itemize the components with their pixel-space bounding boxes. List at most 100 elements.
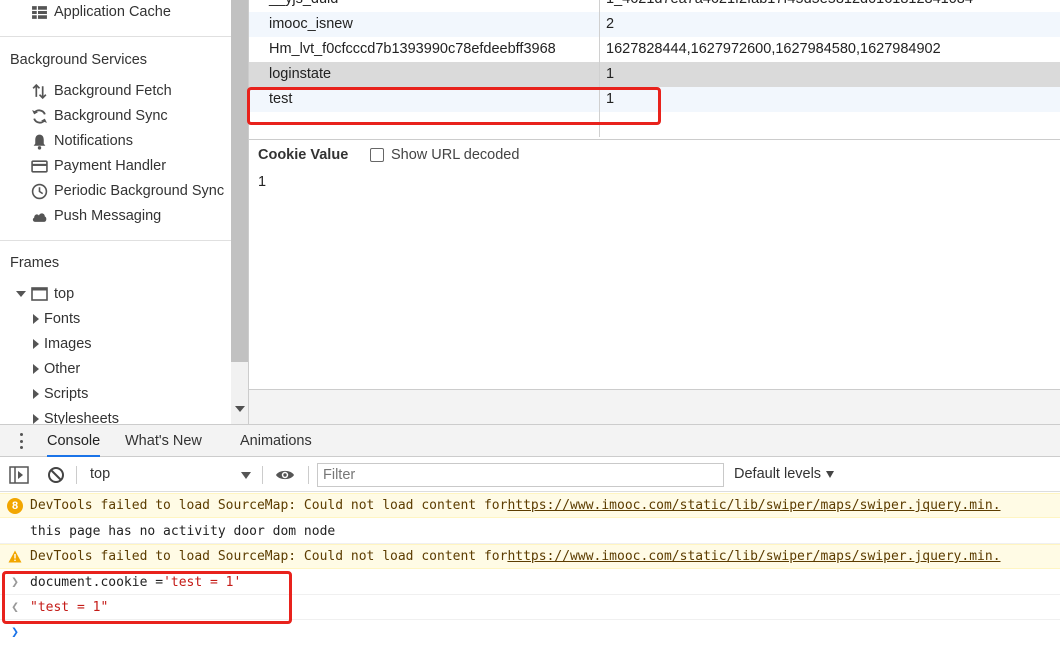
frame-child-label: Fonts	[44, 311, 81, 327]
console-toolbar: top Default levels	[0, 458, 1060, 492]
arrows-updown-icon	[30, 82, 48, 100]
console-warning-message[interactable]: DevTools failed to load SourceMap: Could…	[0, 544, 1060, 569]
frame-child-label: Images	[44, 336, 92, 352]
scroll-down-arrow-icon[interactable]	[235, 406, 245, 412]
sidebar-item-label: Push Messaging	[54, 208, 162, 224]
sidebar-item-background-sync[interactable]: Background Sync	[30, 105, 168, 127]
application-sidebar: Application Cache Background Services Ba…	[0, 0, 231, 424]
cookies-pane: __yjs_duid 1_4621d7ea7a4621f2fab17f45d5e…	[248, 0, 1060, 424]
frame-tree-top[interactable]: top	[16, 283, 74, 305]
chevron-right-icon[interactable]	[33, 314, 39, 324]
cookie-value-text: 1	[258, 174, 267, 190]
cookie-value-cell: 1	[606, 91, 615, 107]
scrollbar-thumb[interactable]	[231, 0, 248, 362]
tab-whats-new[interactable]: What's New	[125, 425, 202, 457]
warning-icon	[8, 550, 22, 563]
cookie-value-panel: Cookie Value Show URL decoded 1	[249, 139, 1060, 389]
cookie-value-title: Cookie Value	[258, 147, 349, 163]
frame-tree-stylesheets[interactable]: Stylesheets	[33, 408, 119, 424]
tab-console[interactable]: Console	[47, 425, 101, 457]
cookie-value-cell: 1	[606, 66, 615, 82]
console-warning-message[interactable]: 8 DevTools failed to load SourceMap: Cou…	[0, 493, 1060, 518]
sourcemap-link[interactable]: https://www.imooc.com/static/lib/swiper/…	[507, 549, 1000, 564]
empty-cell	[600, 112, 1060, 137]
table-row[interactable]: imooc_isnew 2	[249, 12, 1060, 37]
console-prompt[interactable]: ❯	[0, 620, 1060, 645]
sidebar-item-label: Background Sync	[54, 108, 168, 124]
filter-input[interactable]	[317, 463, 724, 487]
table-row[interactable]: Hm_lvt_f0cfcccd7b1393990c78efdeebff3968 …	[249, 37, 1060, 62]
application-panel: Application Cache Background Services Ba…	[0, 0, 1060, 424]
console-messages: 8 DevTools failed to load SourceMap: Cou…	[0, 493, 1060, 649]
cookie-name-cell: __yjs_duid	[249, 0, 600, 12]
input-chevron-icon: ❯	[11, 574, 19, 590]
sidebar-item-notifications[interactable]: Notifications	[30, 130, 133, 152]
console-input-message[interactable]: ❯ document.cookie = 'test = 1'	[0, 570, 1060, 595]
message-gutter: ❮	[0, 600, 30, 615]
show-url-decoded-checkbox[interactable]	[370, 148, 384, 162]
frame-tree-images[interactable]: Images	[33, 333, 92, 355]
frame-tree-fonts[interactable]: Fonts	[33, 308, 80, 330]
chevron-right-icon[interactable]	[33, 339, 39, 349]
toolbar-separator	[76, 466, 77, 484]
frame-label: top	[54, 286, 75, 302]
log-levels-dropdown[interactable]: Default levels	[734, 466, 835, 482]
empty-cell	[249, 112, 600, 137]
pane-footer	[249, 389, 1060, 424]
chevron-right-icon[interactable]	[33, 414, 39, 424]
chevron-down-icon[interactable]	[16, 291, 26, 297]
console-output-message[interactable]: ❮ "test = 1"	[0, 595, 1060, 620]
log-text: this page has no activity door dom node	[30, 523, 336, 539]
console-drawer: Console What's New Animations top Defaul…	[0, 424, 1060, 649]
warning-text: DevTools failed to load SourceMap: Could…	[30, 498, 508, 513]
frame-tree-other[interactable]: Other	[33, 358, 80, 380]
sidebar-item-periodic-background-sync[interactable]: Periodic Background Sync	[30, 180, 224, 202]
eye-icon[interactable]	[275, 465, 295, 485]
sidebar-item-label: Background Fetch	[54, 83, 172, 99]
sidebar-item-label: Application Cache	[54, 4, 171, 20]
cookie-name-cell: loginstate	[249, 62, 600, 87]
cookie-value-cell: 1_4621d7ea7a4621f2fab17f45d5e5812d016181…	[600, 0, 1060, 12]
clock-icon	[30, 182, 48, 200]
frame-child-label: Stylesheets	[44, 411, 119, 424]
sidebar-scrollbar[interactable]	[231, 0, 248, 424]
sidebar-item-push-messaging[interactable]: Push Messaging	[30, 205, 161, 227]
more-options-icon[interactable]	[14, 433, 28, 449]
context-selector[interactable]: top	[90, 466, 110, 482]
section-header-frames: Frames	[10, 255, 60, 271]
tab-animations[interactable]: Animations	[240, 425, 312, 457]
warning-text: DevTools failed to load SourceMap: Could…	[30, 549, 508, 564]
sidebar-item-background-fetch[interactable]: Background Fetch	[30, 80, 172, 102]
frame-icon	[31, 286, 48, 302]
message-gutter: ❯	[0, 625, 30, 640]
table-row-selected[interactable]: loginstate 1	[249, 62, 1060, 87]
table-row[interactable]: __yjs_duid 1_4621d7ea7a4621f2fab17f45d5e…	[249, 0, 1060, 12]
sidebar-item-label: Notifications	[54, 133, 133, 149]
cookie-table: __yjs_duid 1_4621d7ea7a4621f2fab17f45d5e…	[249, 0, 1060, 138]
console-log-message[interactable]: this page has no activity door dom node	[0, 519, 1060, 544]
chevron-right-icon[interactable]	[33, 364, 39, 374]
output-string: "test = 1"	[30, 599, 109, 615]
toolbar-separator	[262, 466, 263, 484]
sidebar-item-application-cache[interactable]: Application Cache	[30, 1, 171, 23]
show-url-decoded-label[interactable]: Show URL decoded	[391, 147, 519, 163]
chevron-right-icon[interactable]	[33, 389, 39, 399]
sync-icon	[30, 107, 48, 125]
prompt-chevron-icon: ❯	[11, 625, 19, 640]
sourcemap-link[interactable]: https://www.imooc.com/static/lib/swiper/…	[507, 498, 1000, 513]
grid-icon	[30, 3, 48, 21]
chevron-down-icon[interactable]	[241, 472, 251, 479]
sidebar-divider	[0, 240, 231, 241]
message-gutter	[0, 550, 30, 563]
toolbar-separator	[308, 466, 309, 484]
chevron-down-icon	[826, 470, 835, 478]
frame-child-label: Scripts	[44, 386, 89, 402]
clear-console-icon[interactable]	[46, 465, 66, 485]
log-levels-label: Default levels	[734, 466, 822, 482]
cloud-icon	[30, 207, 48, 225]
sidebar-toggle-icon[interactable]	[9, 465, 29, 485]
card-icon	[30, 157, 48, 175]
sidebar-item-payment-handler[interactable]: Payment Handler	[30, 155, 166, 177]
frame-tree-scripts[interactable]: Scripts	[33, 383, 88, 405]
table-row[interactable]: test 1	[249, 87, 1060, 112]
